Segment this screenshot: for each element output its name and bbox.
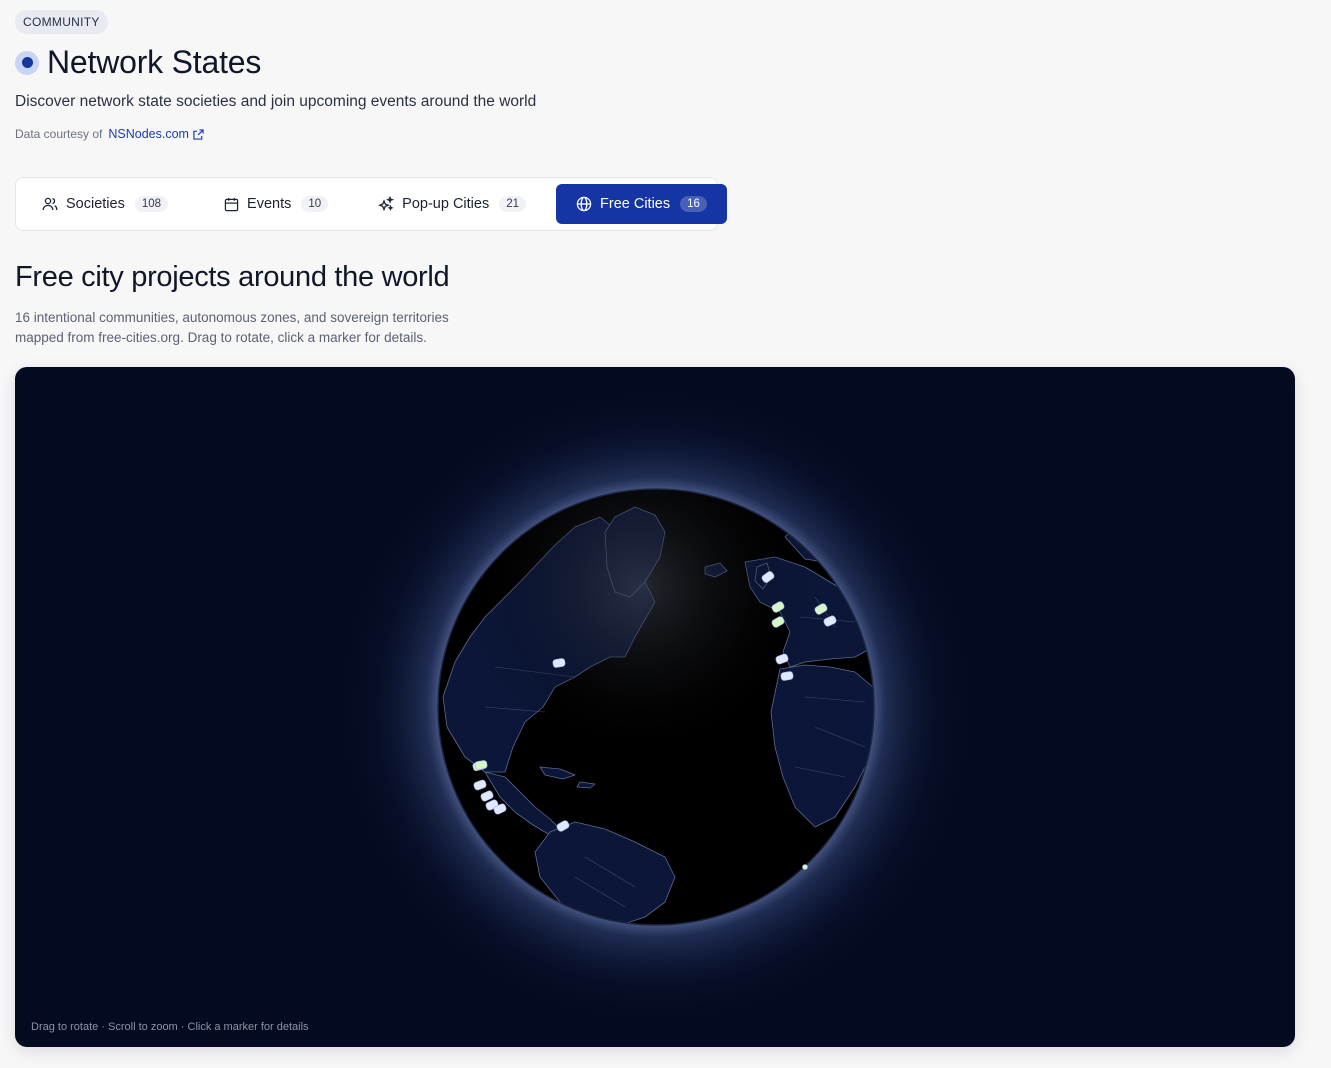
nsnodes-link[interactable]: NSNodes.com <box>108 127 204 141</box>
page-subtitle: Discover network state societies and joi… <box>15 93 537 110</box>
category-badge: COMMUNITY <box>15 10 108 34</box>
tab-societies-count: 108 <box>134 196 169 212</box>
tab-popup-cities-label: Pop-up Cities <box>402 196 490 212</box>
page-title: Network States <box>47 44 262 80</box>
globe-icon <box>576 196 592 212</box>
nsnodes-link-label: NSNodes.com <box>108 127 189 141</box>
free-city-marker[interactable] <box>802 864 808 870</box>
tab-bar: Societies 108 Events 10 Pop-up Cities 21… <box>15 177 727 231</box>
tab-events[interactable]: Events 10 <box>204 184 348 224</box>
tab-societies-label: Societies <box>66 196 125 212</box>
tab-free-cities-label: Free Cities <box>600 196 671 212</box>
section-title: Free city projects around the world <box>15 261 450 293</box>
status-dot-icon <box>15 50 39 75</box>
tab-societies[interactable]: Societies 108 <box>22 184 188 224</box>
sparkles-icon <box>378 196 395 212</box>
calendar-icon <box>224 197 239 211</box>
users-icon <box>42 197 58 211</box>
globe-panel[interactable]: Drag to rotate · Scroll to zoom · Click … <box>15 367 1295 1047</box>
tab-popup-cities[interactable]: Pop-up Cities 21 <box>358 184 546 224</box>
globe-canvas[interactable] <box>15 367 1295 1047</box>
tab-free-cities-count: 16 <box>680 196 707 212</box>
globe-hint: Drag to rotate · Scroll to zoom · Click … <box>31 1021 309 1033</box>
external-link-icon <box>193 128 204 140</box>
tab-popup-cities-count: 21 <box>499 196 527 212</box>
section-description: 16 intentional communities, autonomous z… <box>15 310 449 345</box>
courtesy-label: Data courtesy of <box>15 127 103 141</box>
page-title-row: Network States <box>15 44 261 81</box>
data-courtesy: Data courtesy of NSNodes.com <box>15 127 204 141</box>
globe-specular <box>438 489 874 925</box>
tab-free-cities[interactable]: Free Cities 16 <box>556 184 727 224</box>
tab-events-count: 10 <box>301 196 329 212</box>
tab-events-label: Events <box>247 196 292 212</box>
